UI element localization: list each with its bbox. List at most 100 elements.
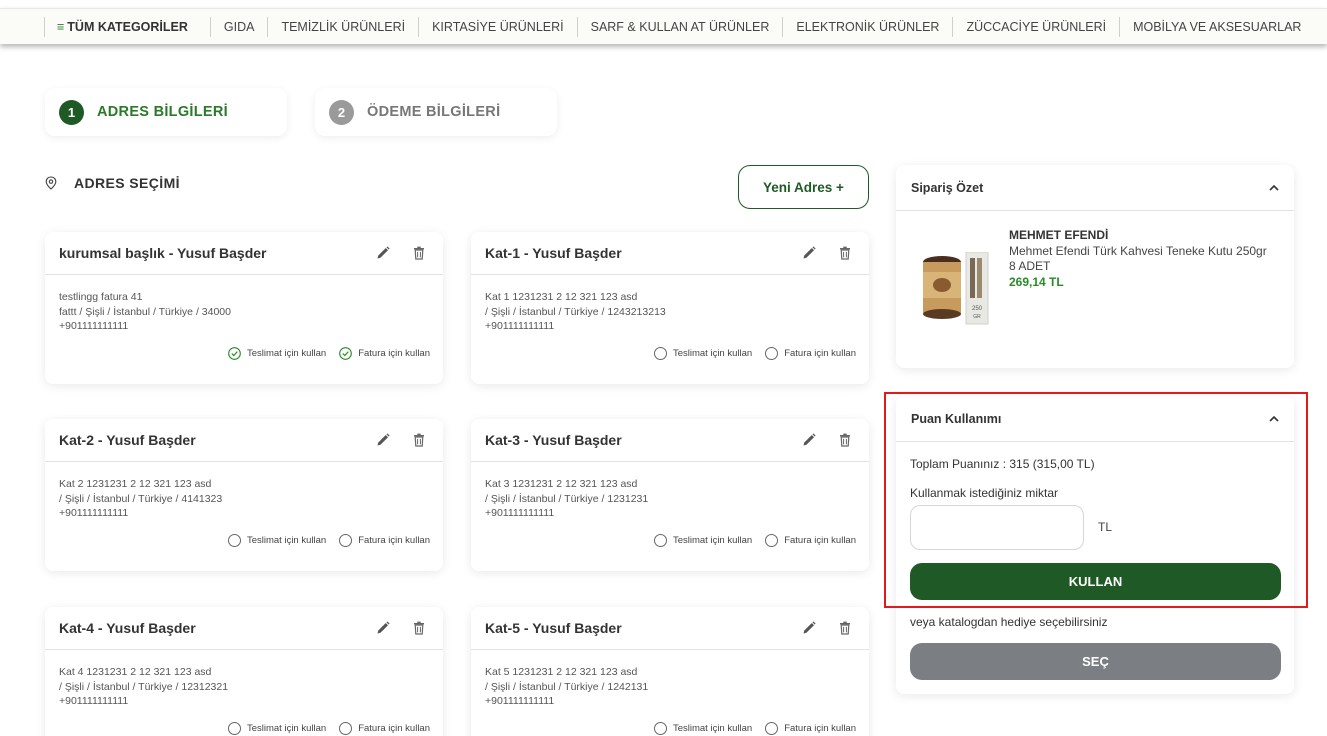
chevron-up-icon[interactable] [1268,182,1280,194]
address-phone: +901111111111 [485,507,555,519]
address-title: kurumsal başlık - Yusuf Başder [59,245,267,261]
location-pin-icon [45,176,57,190]
nav-all-categories[interactable]: ≡ TÜM KATEGORİLER [44,16,210,37]
address-card[interactable]: Kat-5 - Yusuf Başder Kat 5 1231231 2 12 3… [471,607,869,736]
address-options: Teslimat için kullan Fatura için kullan [228,347,430,360]
radio-button[interactable] [339,722,353,735]
radio-button[interactable] [653,722,667,735]
edit-icon[interactable] [375,432,391,448]
trash-icon[interactable] [411,245,427,261]
edit-icon[interactable] [801,620,817,636]
edit-icon[interactable] [375,620,391,636]
check-circle-icon [339,347,353,360]
address-title: Kat-2 - Yusuf Başder [59,432,196,448]
delivery-option-label: Teslimat için kullan [246,723,327,734]
nav-item-sarf[interactable]: SARF & KULLAN AT ÜRÜNLER [576,16,783,37]
address-card-header: Kat-5 - Yusuf Başder [471,607,869,650]
address-actions [375,432,427,448]
delivery-option[interactable]: Teslimat için kullan [653,347,752,360]
nav-item-gida[interactable]: GIDA [209,16,268,37]
address-card-header: Kat-2 - Yusuf Başder [45,419,443,462]
delivery-option[interactable]: Teslimat için kullan [653,534,752,547]
trash-icon[interactable] [411,432,427,448]
address-body: Kat 5 1231231 2 12 321 123 asd / Şişli / … [471,650,869,709]
address-options: Teslimat için kullan Fatura için kullan [653,534,856,547]
trash-icon[interactable] [837,620,853,636]
billing-option-label: Fatura için kullan [784,348,856,359]
radio-button[interactable] [765,722,779,735]
address-phone: +901111111111 [59,695,129,707]
address-card[interactable]: Kat-2 - Yusuf Başder Kat 2 1231231 2 12 3… [45,419,443,571]
address-line: / Şişli / İstanbul / Türkiye / 124321321… [485,305,666,318]
radio-button[interactable] [339,534,353,547]
radio-button[interactable] [227,534,241,547]
edit-icon[interactable] [801,432,817,448]
billing-option-label: Fatura için kullan [784,535,856,546]
address-title: Kat-4 - Yusuf Başder [59,620,196,636]
billing-option[interactable]: Fatura için kullan [339,347,430,360]
address-card[interactable]: Kat-1 - Yusuf Başder Kat 1 1231231 2 12 3… [471,232,869,384]
nav-item-temizlik[interactable]: TEMİZLİK ÜRÜNLERİ [267,16,418,37]
address-card[interactable]: Kat-4 - Yusuf Başder Kat 4 1231231 2 12 3… [45,607,443,736]
step-number: 2 [329,99,354,125]
address-phone: +901111111111 [485,320,555,332]
radio-button[interactable] [227,722,241,735]
delivery-option[interactable]: Teslimat için kullan [227,722,327,735]
address-phone: +901111111111 [485,695,555,707]
product-info: MEHMET EFENDİ Mehmet Efendi Türk Kahvesi… [1009,228,1267,290]
radio-button[interactable] [765,534,779,547]
address-line: / Şişli / İstanbul / Türkiye / 1231231 [485,492,649,505]
product-name: Mehmet Efendi Türk Kahvesi Teneke Kutu 2… [1009,243,1267,258]
address-title: Kat-1 - Yusuf Başder [485,245,622,261]
address-phone: +901111111111 [59,320,129,332]
address-card-header: kurumsal başlık - Yusuf Başder [45,232,443,275]
billing-option-label: Fatura için kullan [784,723,856,734]
address-card[interactable]: kurumsal başlık - Yusuf Başder testlingg … [45,232,443,384]
address-line: testlingg fatura 41 [59,291,143,303]
highlight-frame [884,392,1308,608]
address-body: Kat 2 1231231 2 12 321 123 asd / Şişli / … [45,462,443,521]
address-actions [375,620,427,636]
address-actions [801,432,853,448]
nav-item-zuccaciye[interactable]: ZÜCCACİYE ÜRÜNLERİ [952,16,1119,37]
billing-option[interactable]: Fatura için kullan [339,534,430,547]
select-gift-button[interactable]: SEÇ [910,643,1281,680]
order-summary-title: Sipariş Özet [911,180,984,195]
edit-icon[interactable] [801,245,817,261]
billing-option-label: Fatura için kullan [358,348,430,359]
address-line: Kat 4 1231231 2 12 321 123 asd [59,666,212,678]
trash-icon[interactable] [837,245,853,261]
product-price: 269,14 TL [1009,274,1064,289]
radio-button[interactable] [653,347,667,360]
order-summary-panel: Sipariş Özet 250 GR MEHMET EFENDİ Mehmet… [896,165,1294,368]
radio-button[interactable] [765,347,779,360]
step-payment[interactable]: 2 ÖDEME BİLGİLERİ [315,88,557,136]
delivery-option-label: Teslimat için kullan [246,535,327,546]
step-label: ÖDEME BİLGİLERİ [367,104,501,120]
address-actions [375,245,427,261]
billing-option[interactable]: Fatura için kullan [765,534,856,547]
delivery-option[interactable]: Teslimat için kullan [228,347,326,360]
address-body: Kat 3 1231231 2 12 321 123 asd / Şişli / … [471,462,869,521]
nav-item-kirtasiye[interactable]: KIRTASİYE ÜRÜNLERİ [418,16,577,37]
catalog-text: veya katalogdan hediye seçebilirsiniz [910,615,1108,629]
address-actions [801,245,853,261]
new-address-button[interactable]: Yeni Adres + [738,165,869,209]
address-options: Teslimat için kullan Fatura için kullan [653,347,856,360]
edit-icon[interactable] [375,245,391,261]
radio-button[interactable] [653,534,667,547]
order-summary-header[interactable]: Sipariş Özet [896,165,1294,211]
address-card[interactable]: Kat-3 - Yusuf Başder Kat 3 1231231 2 12 3… [471,419,869,571]
hamburger-menu-icon: ≡ [57,19,65,34]
svg-text:250: 250 [972,306,983,312]
nav-item-mobilya[interactable]: MOBİLYA VE AKSESUARLAR [1119,16,1314,37]
nav-item-elektronik[interactable]: ELEKTRONİK ÜRÜNLER [782,16,952,37]
delivery-option[interactable]: Teslimat için kullan [227,534,327,547]
billing-option[interactable]: Fatura için kullan [339,722,430,735]
step-address[interactable]: 1 ADRES BİLGİLERİ [45,88,287,136]
billing-option[interactable]: Fatura için kullan [765,722,856,735]
trash-icon[interactable] [837,432,853,448]
trash-icon[interactable] [411,620,427,636]
delivery-option[interactable]: Teslimat için kullan [653,722,752,735]
billing-option[interactable]: Fatura için kullan [765,347,856,360]
